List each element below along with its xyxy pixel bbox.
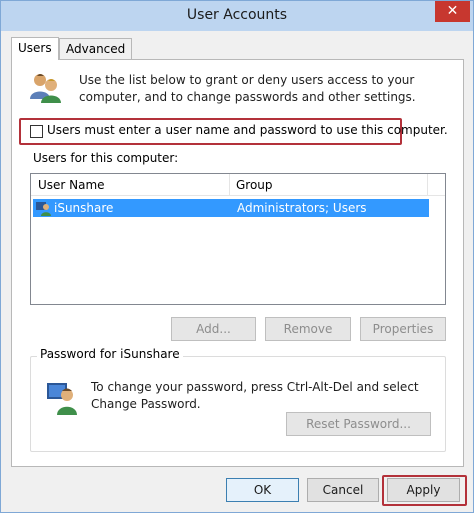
add-button[interactable]: Add... xyxy=(171,317,256,341)
require-login-checkbox[interactable] xyxy=(30,125,43,138)
properties-button[interactable]: Properties xyxy=(360,317,446,341)
user-icon xyxy=(36,202,51,216)
list-header: User Name Group xyxy=(31,174,445,196)
title-bar: User Accounts ✕ xyxy=(1,1,473,31)
column-header-username[interactable]: User Name xyxy=(31,174,229,196)
users-listview[interactable]: User Name Group iSunshare Administrators… xyxy=(30,173,446,305)
user-accounts-window: User Accounts ✕ Users Advanced Use the l… xyxy=(0,0,474,513)
users-group-icon xyxy=(30,74,61,103)
ok-button[interactable]: OK xyxy=(226,478,299,502)
require-login-label[interactable]: Users must enter a user name and passwor… xyxy=(47,123,448,137)
reset-password-button[interactable]: Reset Password... xyxy=(286,412,431,436)
user-key-icon xyxy=(47,383,77,415)
tab-advanced-label: Advanced xyxy=(66,42,126,56)
tab-advanced[interactable]: Advanced xyxy=(59,38,133,60)
users-list-label: Users for this computer: xyxy=(33,151,179,165)
tab-users[interactable]: Users xyxy=(11,37,59,60)
column-divider[interactable] xyxy=(427,174,428,196)
close-button[interactable]: ✕ xyxy=(435,1,470,22)
column-header-group[interactable]: Group xyxy=(229,174,427,196)
annotation-highlight-apply xyxy=(382,475,467,506)
users-description: Use the list below to grant or deny user… xyxy=(79,73,416,104)
row-group: Administrators; Users xyxy=(237,201,367,215)
remove-button[interactable]: Remove xyxy=(265,317,351,341)
cancel-button[interactable]: Cancel xyxy=(307,478,379,502)
row-username: iSunshare xyxy=(54,201,114,215)
password-group-title: Password for iSunshare xyxy=(37,347,183,361)
list-item[interactable]: iSunshare Administrators; Users xyxy=(33,199,429,217)
password-description: To change your password, press Ctrl-Alt-… xyxy=(91,380,419,411)
window-title: User Accounts xyxy=(186,7,288,23)
tab-users-label: Users xyxy=(18,41,52,55)
